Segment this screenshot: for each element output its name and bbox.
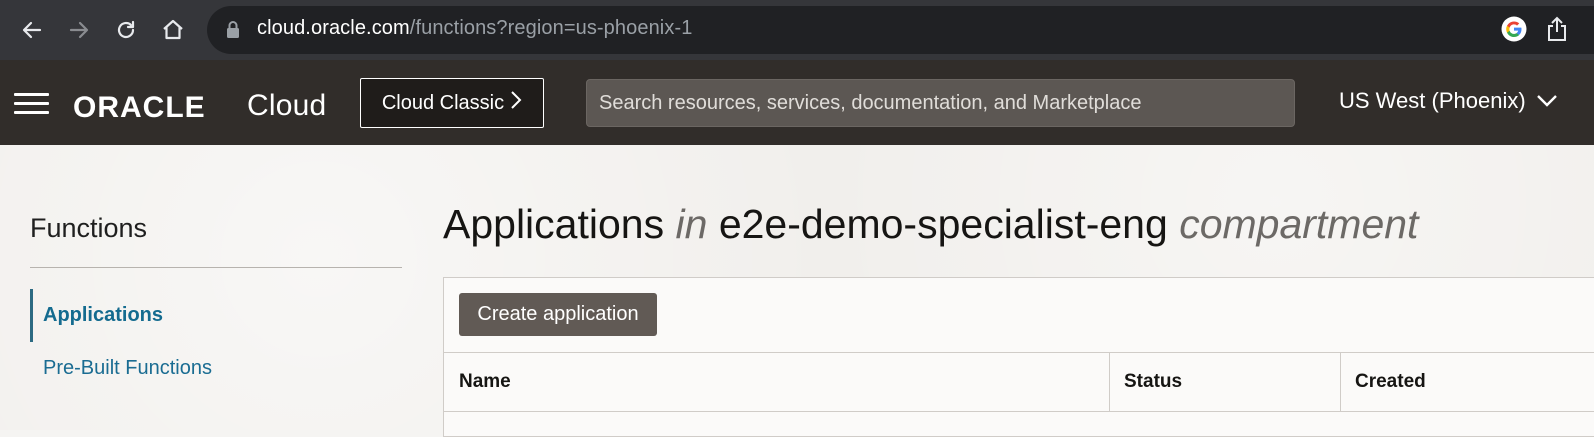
region-label: US West (Phoenix) [1339, 88, 1526, 113]
back-arrow-icon[interactable] [16, 14, 48, 46]
cloud-classic-label: Cloud Classic [381, 91, 505, 114]
svg-text:ORACLE: ORACLE [73, 93, 206, 119]
title-compartment: e2e-demo-specialist-eng [718, 201, 1168, 247]
lock-icon[interactable] [225, 20, 241, 45]
logo-cloud-text: Cloud [247, 89, 327, 122]
chevron-down-icon [1536, 88, 1558, 114]
title-in: in [675, 201, 708, 247]
oracle-logo-icon: ORACLE [73, 93, 206, 119]
sidebar-item-pre-built-functions[interactable]: Pre-Built Functions [43, 357, 212, 380]
sidebar-item-label: Applications [43, 304, 164, 326]
home-icon[interactable] [157, 14, 189, 46]
create-application-label: Create application [477, 303, 639, 325]
browser-toolbar: cloud.oracle.com/functions?region=us-pho… [0, 0, 1594, 60]
sidebar-divider [30, 267, 402, 268]
sidebar-title: Functions [30, 213, 148, 243]
forward-arrow-icon[interactable] [63, 14, 95, 46]
title-prefix: Applications [443, 201, 665, 247]
column-divider [1109, 353, 1110, 411]
column-header-status[interactable]: Status [1124, 371, 1182, 393]
oracle-cloud-logo[interactable]: ORACLE Cloud [73, 89, 327, 122]
chevron-right-icon [510, 90, 522, 116]
url-path: /functions?region=us-phoenix-1 [409, 17, 693, 39]
main-content: Functions Applications Pre-Built Functio… [0, 145, 1594, 437]
sidebar-item-applications[interactable]: Applications [30, 289, 333, 342]
column-header-name[interactable]: Name [459, 371, 511, 393]
menu-icon[interactable] [14, 93, 50, 115]
column-header-created[interactable]: Created [1355, 371, 1426, 393]
url-text[interactable]: cloud.oracle.com/functions?region=us-pho… [257, 17, 692, 40]
applications-panel: Create application Name Status Created [443, 277, 1594, 437]
google-icon[interactable] [1501, 16, 1527, 42]
table-header: Name Status Created [444, 352, 1594, 412]
search-placeholder: Search resources, services, documentatio… [599, 91, 1142, 114]
search-input[interactable]: Search resources, services, documentatio… [586, 79, 1295, 127]
url-host: cloud.oracle.com [257, 17, 410, 39]
console-header: ORACLE Cloud Cloud Classic Search resour… [0, 60, 1594, 145]
region-selector[interactable]: US West (Phoenix) [1339, 88, 1558, 114]
cloud-classic-button[interactable]: Cloud Classic [360, 78, 544, 128]
title-suffix: compartment [1179, 201, 1419, 247]
share-icon[interactable] [1545, 16, 1569, 47]
reload-icon[interactable] [110, 14, 142, 46]
page-title: Applications in e2e-demo-specialist-eng … [443, 201, 1418, 248]
create-application-button[interactable]: Create application [459, 293, 657, 336]
column-divider [1340, 353, 1341, 411]
